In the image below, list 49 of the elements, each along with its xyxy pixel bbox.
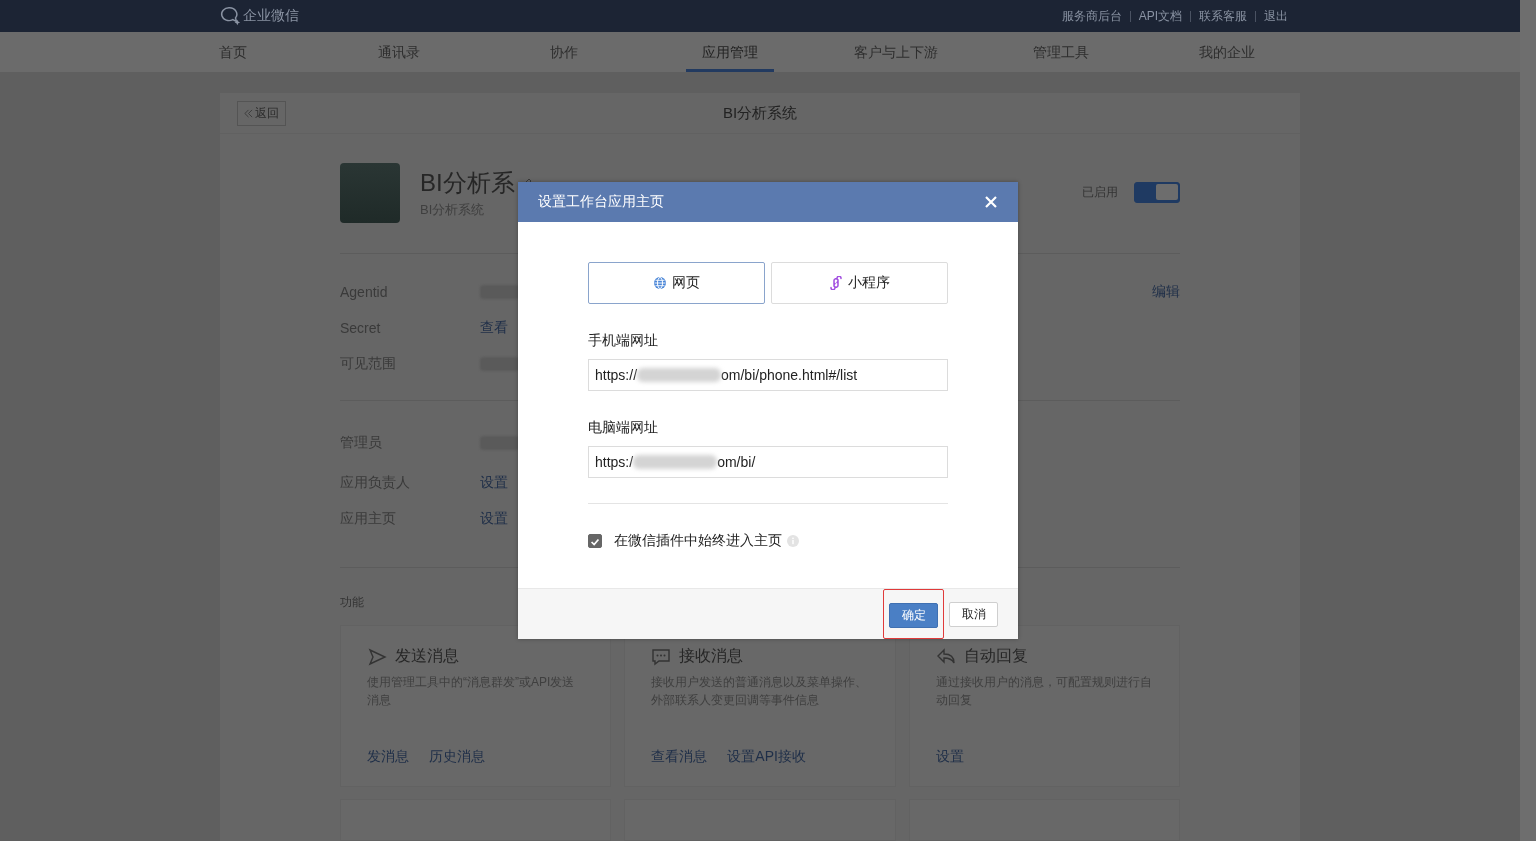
detail-link[interactable]: 设置 <box>480 510 508 528</box>
nav-tab[interactable]: 通讯录 <box>361 32 436 72</box>
scroll-bar[interactable] <box>1520 0 1536 841</box>
top-link[interactable]: 服务商后台 <box>1061 7 1122 25</box>
send-icon <box>367 646 387 667</box>
message-icon <box>651 646 672 667</box>
globe-icon <box>653 276 667 290</box>
nav-tab[interactable]: 我的企业 <box>1183 32 1272 72</box>
type-tab[interactable]: 网页 <box>588 262 765 304</box>
type-tab[interactable]: 小程序 <box>771 262 948 304</box>
card-action-link[interactable]: 发消息 <box>367 748 409 766</box>
detail-link[interactable]: 设置 <box>480 474 508 492</box>
url-field[interactable]: https:// om/bi/phone.html#/list <box>588 359 948 391</box>
link-icon <box>829 276 843 290</box>
top-link[interactable]: 联系客服 <box>1199 7 1247 25</box>
nav-tab[interactable]: 协作 <box>534 32 595 72</box>
logo-text: 企业微信 <box>243 7 299 25</box>
app-logo <box>340 163 400 223</box>
double-chevron-icon <box>244 108 253 118</box>
blurred-value <box>480 436 520 450</box>
nav-tab[interactable]: 应用管理 <box>686 32 774 72</box>
field-label: 电脑端网址 <box>588 419 659 437</box>
nav-tab[interactable]: 首页 <box>202 32 263 72</box>
detail-link[interactable]: 查看 <box>480 319 508 337</box>
top-link[interactable]: API文档 <box>1138 7 1182 25</box>
card-action-link[interactable]: 查看消息 <box>651 748 708 766</box>
card-action-link[interactable]: 设置API接收 <box>727 748 806 766</box>
blurred-value <box>480 285 520 299</box>
blurred-value <box>480 357 520 371</box>
edit-link[interactable]: 编辑 <box>1152 283 1180 301</box>
card-title: 发送消息 <box>395 646 459 666</box>
top-link[interactable]: 退出 <box>1264 7 1288 25</box>
checkbox-label[interactable]: 在微信插件中始终进入主页 <box>614 532 782 550</box>
close-icon[interactable] <box>984 195 998 209</box>
checkbox[interactable] <box>588 534 602 548</box>
field-label: 手机端网址 <box>588 332 659 350</box>
card-title: 接收消息 <box>679 646 744 666</box>
chat-bubble-icon <box>219 5 241 27</box>
confirm-button[interactable]: 确定 <box>889 602 938 628</box>
url-field[interactable]: https:/ om/bi/ <box>588 446 948 478</box>
app-name: BI分析系 <box>420 168 515 198</box>
info-icon[interactable] <box>787 535 799 547</box>
page-title: BI分析系统 <box>722 103 798 123</box>
card-title: 自动回复 <box>963 646 1028 666</box>
card-action-link[interactable]: 历史消息 <box>429 748 485 766</box>
dialog-title: 设置工作台应用主页 <box>538 193 664 211</box>
cancel-button[interactable]: 取消 <box>949 601 998 627</box>
toggle-switch[interactable] <box>1134 181 1180 203</box>
card-action-link[interactable]: 设置 <box>935 748 964 766</box>
